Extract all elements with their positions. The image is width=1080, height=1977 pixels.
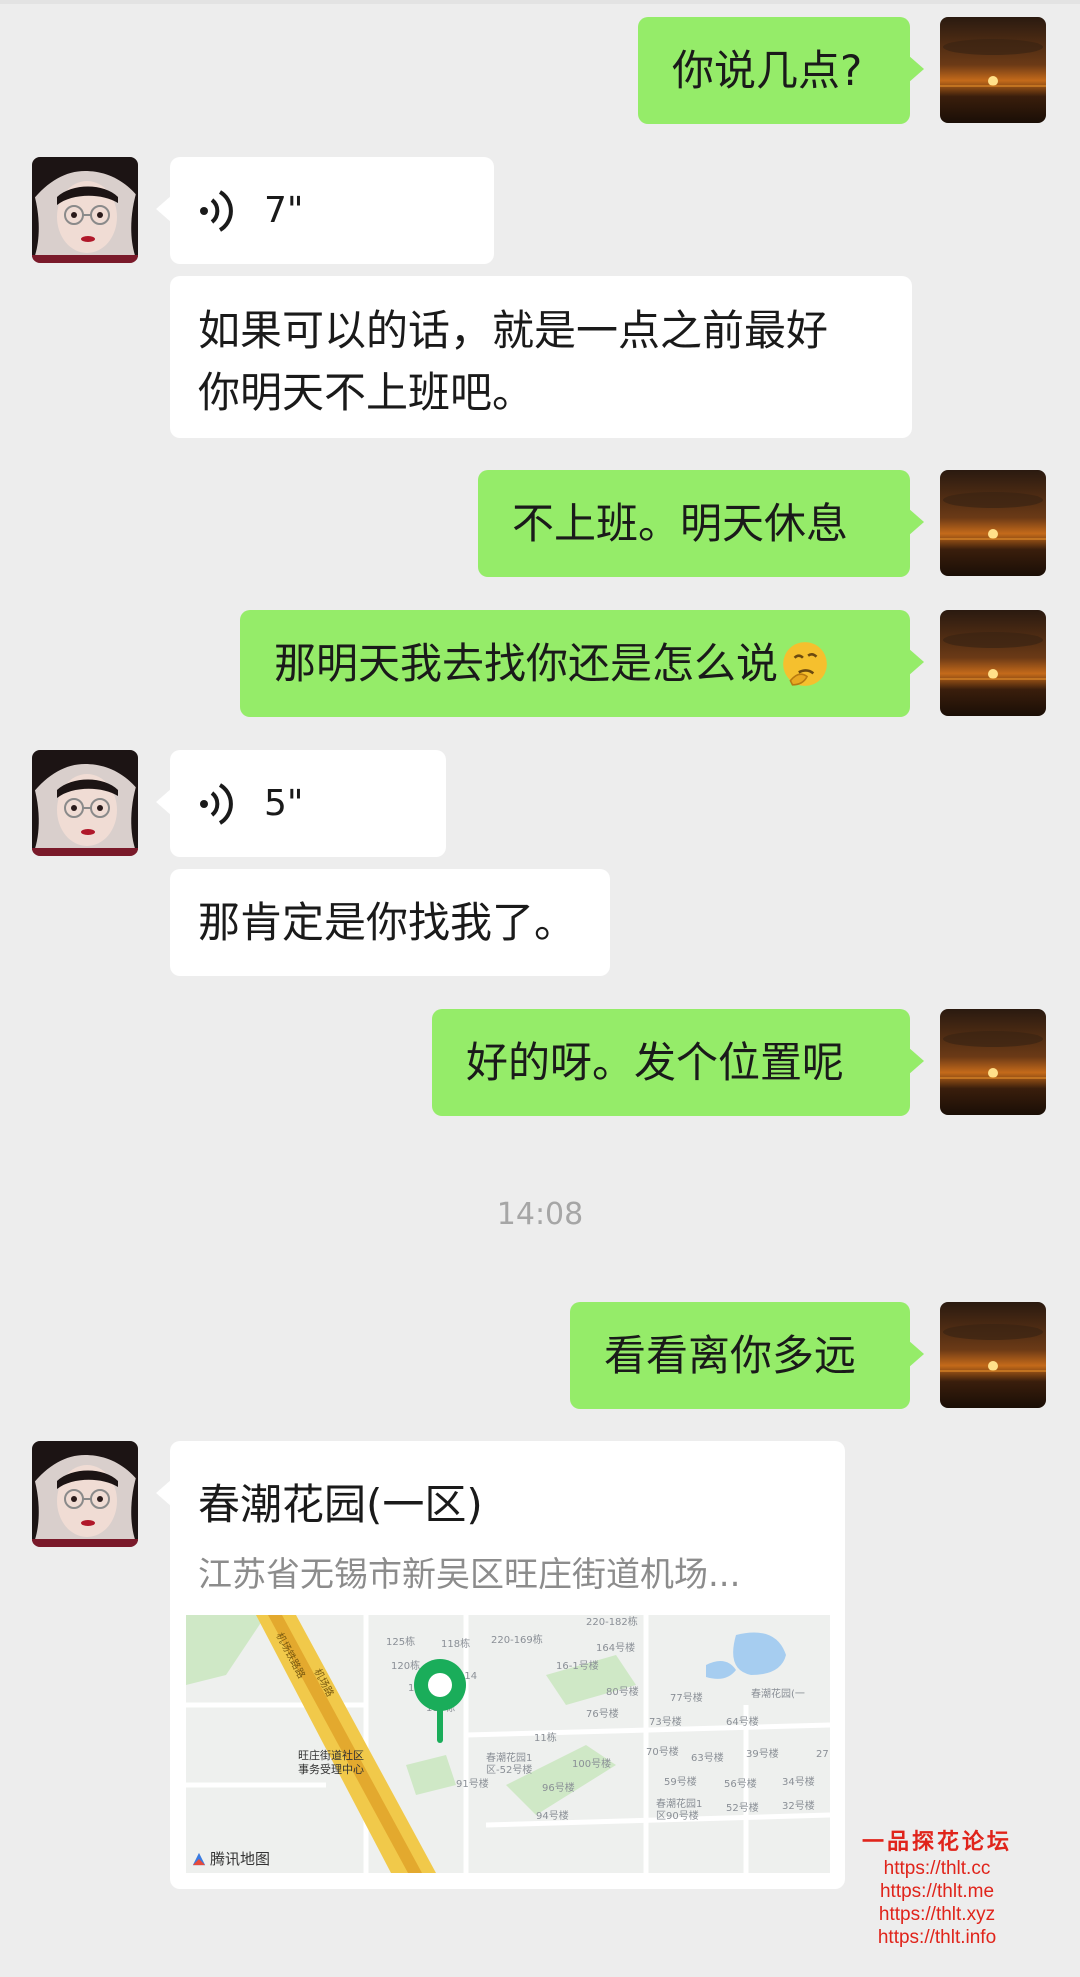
my-avatar[interactable] [940,1302,1046,1408]
svg-text:77号楼: 77号楼 [670,1691,703,1704]
sunset-avatar-image [940,470,1046,576]
top-divider [0,0,1080,4]
svg-text:39号楼: 39号楼 [746,1747,779,1760]
message-text-line-1: 如果可以的话，就是一点之前最好 [198,306,829,355]
sunset-avatar-image [940,610,1046,716]
svg-text:27: 27 [816,1749,829,1760]
svg-text:80号楼: 80号楼 [606,1685,639,1698]
svg-text:76号楼: 76号楼 [586,1707,619,1720]
location-address: 江苏省无锡市新吴区旺庄街道机场... [198,1555,741,1595]
svg-text:120栋: 120栋 [391,1659,420,1672]
svg-text:旺庄街道社区: 旺庄街道社区 [298,1748,364,1762]
message-text: 那明天我去找你还是怎么说 [274,638,779,688]
svg-text:220-182栋: 220-182栋 [586,1615,638,1628]
map-provider-credit: 腾讯地图 [192,1848,270,1869]
svg-text:59号楼: 59号楼 [664,1775,697,1788]
svg-text:区90号楼: 区90号楼 [656,1809,699,1822]
voice-wave-icon [200,189,233,232]
tencent-map-logo-icon [192,1852,206,1865]
contact-avatar[interactable] [32,157,138,263]
svg-text:52号楼: 52号楼 [726,1801,759,1814]
svg-text:118栋: 118栋 [441,1637,470,1650]
voice-duration: 7" [264,189,304,231]
svg-text:164号楼: 164号楼 [596,1641,635,1654]
message-timestamp: 14:08 [496,1197,584,1232]
svg-text:125栋: 125栋 [386,1635,415,1648]
sunset-avatar-image [940,17,1046,123]
svg-text:64号楼: 64号楼 [726,1715,759,1728]
girl-avatar-image [32,157,138,263]
svg-text:春潮花园(一: 春潮花园(一 [751,1687,805,1700]
svg-text:32号楼: 32号楼 [782,1799,815,1812]
sunset-avatar-image [940,1302,1046,1408]
voice-message-bubble[interactable]: 5" [156,750,446,857]
location-title: 春潮花园(一区) [198,1480,483,1529]
girl-avatar-image [32,750,138,856]
svg-text:220-169栋: 220-169栋 [491,1633,543,1646]
my-avatar[interactable] [940,17,1046,123]
my-avatar[interactable] [940,470,1046,576]
svg-text:100号楼: 100号楼 [572,1757,611,1770]
svg-text:11栋: 11栋 [534,1731,557,1744]
svg-text:事务受理中心: 事务受理中心 [298,1763,364,1776]
received-message-bubble[interactable]: 如果可以的话，就是一点之前最好 你明天不上班吧。 [170,276,912,438]
contact-avatar[interactable] [32,750,138,856]
voice-duration: 5" [264,782,304,824]
contact-avatar[interactable] [32,1441,138,1547]
svg-text:春潮花园1: 春潮花园1 [486,1751,532,1764]
watermark-link: https://thlt.me [879,1881,995,1902]
location-message-card[interactable]: 春潮花园(一区) 江苏省无锡市新吴区旺庄街道机场... 220-182栋 125… [156,1441,845,1889]
sent-message-bubble[interactable]: 好的呀。发个位置呢 [432,1009,924,1116]
svg-text:91号楼: 91号楼 [456,1777,489,1790]
message-text: 你说几点? [672,45,863,95]
sent-message-bubble[interactable]: 你说几点? [638,17,924,124]
received-message-bubble[interactable]: 那肯定是你找我了。 [170,869,610,976]
location-map-preview[interactable]: 220-182栋 125栋 118栋 220-169栋 164号楼 120栋 1… [186,1615,830,1873]
watermark-links: https://thlt.cc https://thlt.me https://… [862,1857,1012,1949]
voice-wave-icon [200,782,233,825]
svg-text:区-52号楼: 区-52号楼 [486,1763,532,1776]
watermark-link: https://thlt.info [877,1927,997,1948]
svg-text:63号楼: 63号楼 [691,1751,724,1764]
watermark-link: https://thlt.xyz [878,1904,996,1925]
sent-message-bubble[interactable]: 不上班。明天休息 [478,470,924,577]
message-text-line-2: 你明天不上班吧。 [198,368,535,417]
svg-text:70号楼: 70号楼 [646,1745,679,1758]
sent-message-bubble[interactable]: 那明天我去找你还是怎么说 [240,610,924,717]
svg-text:96号楼: 96号楼 [542,1781,575,1794]
thinking-emoji-icon [783,641,827,686]
watermark-link: https://thlt.cc [883,1858,991,1879]
svg-text:34号楼: 34号楼 [782,1775,815,1788]
message-text: 那肯定是你找我了。 [198,897,577,947]
sent-message-bubble[interactable]: 看看离你多远 [570,1302,924,1409]
message-text: 看看离你多远 [604,1330,857,1380]
message-text: 不上班。明天休息 [512,498,849,548]
svg-text:73号楼: 73号楼 [649,1715,682,1728]
sunset-avatar-image [940,1009,1046,1115]
my-avatar[interactable] [940,610,1046,716]
svg-text:16-1号楼: 16-1号楼 [556,1659,599,1672]
watermark-title: 一品探花论坛 [862,1829,1013,1855]
message-text: 好的呀。发个位置呢 [466,1037,845,1087]
voice-message-bubble[interactable]: 7" [156,157,494,264]
my-avatar[interactable] [940,1009,1046,1115]
svg-text:春潮花园1: 春潮花园1 [656,1797,702,1810]
svg-text:94号楼: 94号楼 [536,1809,569,1822]
svg-text:56号楼: 56号楼 [724,1777,757,1790]
map-image: 220-182栋 125栋 118栋 220-169栋 164号楼 120栋 1… [186,1615,830,1873]
girl-avatar-image [32,1441,138,1547]
